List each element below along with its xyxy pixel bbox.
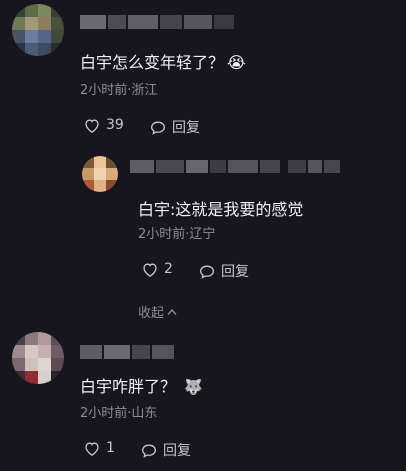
collapse-replies-button[interactable]: 收起 bbox=[138, 302, 177, 321]
speech-bubble-icon bbox=[150, 120, 166, 135]
avatar[interactable] bbox=[82, 156, 118, 192]
reply-label: 回复 bbox=[221, 264, 249, 280]
comment-text: 白宇怎么变年轻了？ 😭 bbox=[80, 49, 246, 73]
heart-outline-icon bbox=[85, 118, 99, 133]
comment-item: 白宇怎么变年轻了？ 😭 2小时前·浙江 39 回复 bbox=[0, 0, 406, 150]
username-blurred[interactable] bbox=[80, 15, 240, 29]
like-count: 2 bbox=[164, 261, 173, 277]
reply-item: 白宇:这就是我要的感觉 2小时前·辽宁 2 回复 收起 bbox=[0, 150, 406, 321]
reply-button[interactable]: 回复 bbox=[150, 117, 200, 137]
like-button[interactable]: 1 bbox=[84, 440, 115, 456]
username-blurred[interactable] bbox=[130, 160, 280, 173]
wolf-face-icon: 🐺 bbox=[184, 378, 203, 396]
like-button[interactable]: 2 bbox=[142, 261, 173, 277]
avatar[interactable] bbox=[12, 332, 64, 384]
speech-bubble-icon bbox=[199, 264, 215, 279]
speech-bubble-icon bbox=[141, 443, 157, 458]
username-blurred[interactable] bbox=[80, 345, 176, 359]
comment-meta: 2小时前·辽宁 bbox=[138, 227, 216, 242]
comment-meta: 2小时前·浙江 bbox=[80, 83, 158, 98]
chevron-up-icon bbox=[167, 308, 177, 315]
reply-label: 回复 bbox=[163, 443, 191, 459]
comment-meta: 2小时前·山东 bbox=[80, 406, 158, 421]
heart-outline-icon bbox=[85, 441, 99, 456]
comment-body: 白宇怎么变年轻了？ bbox=[80, 53, 225, 72]
comment-body: 白宇咋胖了？ bbox=[80, 377, 177, 396]
reply-label: 回复 bbox=[172, 120, 200, 136]
comment-text: 白宇咋胖了？ 🐺 bbox=[80, 373, 203, 397]
crying-face-icon: 😭 bbox=[227, 53, 246, 72]
comment-text: 白宇:这就是我要的感觉 bbox=[138, 200, 304, 219]
heart-outline-icon bbox=[143, 262, 157, 277]
comment-item: 白宇咋胖了？ 🐺 2小时前·山东 1 回复 bbox=[0, 320, 406, 471]
like-button[interactable]: 39 bbox=[84, 117, 124, 133]
collapse-label: 收起 bbox=[138, 306, 165, 321]
avatar[interactable] bbox=[12, 4, 64, 56]
like-count: 1 bbox=[106, 440, 115, 456]
reply-target-blurred bbox=[288, 160, 340, 173]
reply-button[interactable]: 回复 bbox=[141, 440, 191, 460]
reply-button[interactable]: 回复 bbox=[199, 261, 249, 281]
like-count: 39 bbox=[106, 117, 124, 133]
